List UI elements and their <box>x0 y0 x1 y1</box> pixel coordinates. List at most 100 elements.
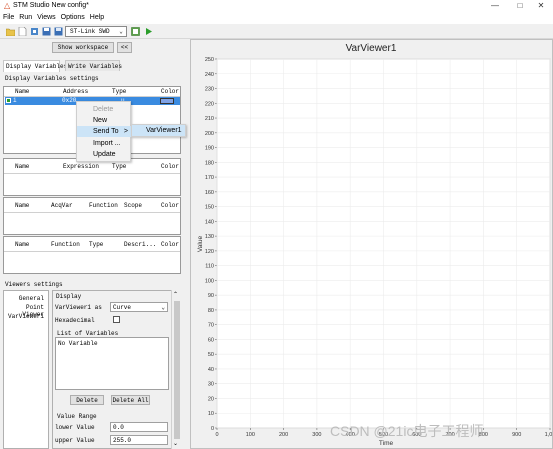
y-tick-label: 110 <box>205 264 214 270</box>
viewer-as-label: VarViewer1 as <box>55 304 102 311</box>
chevron-down-icon[interactable]: ⌄ <box>173 440 178 447</box>
title-bar: △ STM Studio New config* — □ ✕ <box>0 0 553 12</box>
context-menu: Delete New Send To > Import ... Update <box>76 101 131 162</box>
viewer-list: General Point Viewer VarViewer1 <box>3 290 49 449</box>
menu-item-new[interactable]: New <box>77 115 131 126</box>
y-tick-label: 190 <box>205 146 214 152</box>
lower-value-input[interactable]: 0.0 <box>110 422 168 432</box>
save-as-icon[interactable] <box>54 27 63 36</box>
delete-all-button[interactable]: Delete All <box>111 395 150 405</box>
upper-value-label: upper Value <box>55 437 95 444</box>
col-type[interactable]: Type <box>112 163 126 170</box>
y-tick-label: 100 <box>205 278 214 284</box>
acquisition-grid-header: Name AcqVar Function Scope Color <box>4 198 180 213</box>
x-tick-label: 300 <box>312 432 321 438</box>
scrollbar-thumb[interactable] <box>174 301 180 439</box>
col-color[interactable]: Color <box>161 163 179 170</box>
chevron-right-icon: > <box>123 128 128 135</box>
connection-select[interactable]: ST-Link SWD ⌄ <box>65 26 127 37</box>
y-tick-label: 50 <box>208 352 214 358</box>
save-icon[interactable] <box>42 27 51 36</box>
col-color[interactable]: Color <box>161 88 179 95</box>
window-title: STM Studio New config* <box>13 2 89 9</box>
col-expression[interactable]: Expression <box>63 163 99 170</box>
viewer-type-select[interactable]: Curve ⌄ <box>110 302 168 312</box>
col-name[interactable]: Name <box>15 88 29 95</box>
col-acqvar[interactable]: AcqVar <box>51 202 73 209</box>
menu-item-delete[interactable]: Delete <box>77 104 131 115</box>
col-function[interactable]: Function <box>51 241 80 248</box>
col-description[interactable]: Descri... <box>124 241 156 248</box>
y-tick-label: 160 <box>205 190 214 196</box>
row-address: 0x20 <box>62 97 77 104</box>
delete-button[interactable]: Delete <box>70 395 104 405</box>
upper-value-input[interactable]: 255.0 <box>110 435 168 445</box>
list-item[interactable]: VarViewer1 <box>4 313 48 320</box>
chevron-up-icon[interactable]: ⌃ <box>173 291 178 298</box>
chart-pane: VarViewer1 0 10 20 30 40 50 60 70 80 90 100 110 120 13… <box>190 39 553 449</box>
functions-grid-header: Name Function Type Descri... Color <box>4 237 180 252</box>
col-scope[interactable]: Scope <box>124 202 142 209</box>
variables-grid-header: Name Address Type Color <box>4 87 180 97</box>
col-color[interactable]: Color <box>161 241 179 248</box>
no-variable-text: No Variable <box>58 340 98 347</box>
col-type[interactable]: Type <box>89 241 103 248</box>
x-tick-label: 0 <box>215 432 218 438</box>
y-tick-label: 20 <box>208 396 214 402</box>
lower-value-label: lower Value <box>55 424 95 431</box>
acquisition-grid: Name AcqVar Function Scope Color <box>3 197 181 235</box>
properties-scrollbar[interactable]: ⌃ ⌄ <box>171 290 181 449</box>
y-tick-label: 80 <box>208 308 214 314</box>
menu-item-update[interactable]: Update <box>77 149 131 160</box>
chart-title: VarViewer1 <box>346 43 397 54</box>
variables-listbox[interactable]: No Variable <box>55 337 169 390</box>
y-tick-label: 180 <box>205 160 214 166</box>
run-icon[interactable] <box>144 27 153 36</box>
menu-bar: File Run Views Options Help <box>0 12 553 24</box>
tab-display-variables[interactable]: Display Variables <box>3 60 67 72</box>
menu-run[interactable]: Run <box>17 12 34 24</box>
menu-item-send-to-label: Send To <box>93 128 119 135</box>
show-workspace-button[interactable]: Show workspace <box>52 42 114 53</box>
y-tick-label: 170 <box>205 175 214 181</box>
new-file-icon[interactable] <box>18 27 27 36</box>
col-name[interactable]: Name <box>15 163 29 170</box>
y-tick-label: 10 <box>208 411 214 417</box>
collapse-button[interactable]: << <box>117 42 132 53</box>
col-name[interactable]: Name <box>15 202 29 209</box>
tab-write-variables[interactable]: Write Variables <box>65 60 122 71</box>
col-color[interactable]: Color <box>161 202 179 209</box>
menu-file[interactable]: File <box>1 12 16 24</box>
y-tick-label: 250 <box>205 57 214 63</box>
menu-help[interactable]: Help <box>88 12 106 24</box>
viewer-type-value: Curve <box>113 304 132 311</box>
menu-item-import[interactable]: Import ... <box>77 138 131 149</box>
menu-item-send-to[interactable]: Send To > <box>77 126 131 137</box>
col-type[interactable]: Type <box>112 88 126 95</box>
row-color-swatch[interactable] <box>160 98 174 104</box>
menu-options[interactable]: Options <box>59 12 87 24</box>
y-tick-label: 0 <box>211 426 214 432</box>
y-tick-label: 60 <box>208 337 214 343</box>
col-function[interactable]: Function <box>89 202 118 209</box>
open-folder-icon[interactable] <box>6 27 15 36</box>
connection-value: ST-Link SWD <box>70 28 110 35</box>
menu-views[interactable]: Views <box>35 12 58 24</box>
settings-icon[interactable] <box>131 27 140 36</box>
app-icon: △ <box>4 1 11 10</box>
hexadecimal-label: Hexadecimal <box>55 317 95 324</box>
row-checkbox[interactable] <box>6 98 11 103</box>
x-tick-label: 900 <box>512 432 521 438</box>
import-icon[interactable] <box>30 27 39 36</box>
minimize-button[interactable]: — <box>483 0 507 12</box>
col-address[interactable]: Address <box>63 88 88 95</box>
y-tick-label: 30 <box>208 382 214 388</box>
row-name: i <box>13 97 17 104</box>
close-button[interactable]: ✕ <box>529 0 553 12</box>
col-name[interactable]: Name <box>15 241 29 248</box>
submenu-varviewer1[interactable]: VarViewer1 <box>131 124 186 137</box>
hexadecimal-checkbox[interactable] <box>113 316 120 323</box>
list-item[interactable]: General <box>4 295 48 302</box>
display-group-label: Display <box>56 293 82 300</box>
y-tick-label: 120 <box>205 249 214 255</box>
